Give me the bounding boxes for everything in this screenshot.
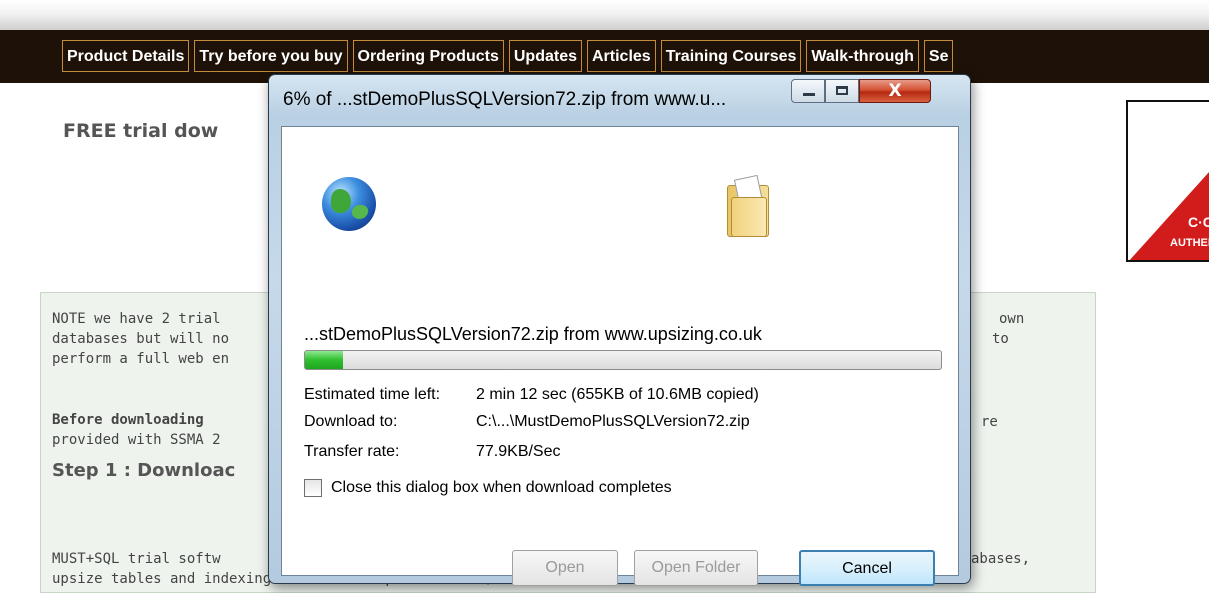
step1-heading: Step 1 : Downloac bbox=[52, 460, 236, 481]
note-line: NOTE we have 2 trial bbox=[52, 311, 221, 327]
cancel-button[interactable]: Cancel bbox=[799, 550, 935, 586]
dialog-title: 6% of ...stDemoPlusSQLVersion72.zip from… bbox=[283, 89, 727, 110]
note-line-right: re bbox=[981, 414, 998, 430]
time-left-label: Estimated time left: bbox=[304, 386, 441, 403]
nav-truncated[interactable]: Se bbox=[923, 40, 954, 72]
note-line-right: abases, bbox=[971, 551, 1031, 567]
note-line: databases but will no bbox=[52, 331, 230, 347]
nav-articles[interactable]: Articles bbox=[586, 40, 656, 72]
maximize-button[interactable] bbox=[825, 79, 859, 103]
download-file-source: ...stDemoPlusSQLVersion72.zip from www.u… bbox=[304, 324, 762, 344]
nav-try-before-you-buy[interactable]: Try before you buy bbox=[194, 40, 348, 72]
close-button[interactable]: X bbox=[859, 79, 931, 103]
ad-banner[interactable]: C·C AUTHEN bbox=[1126, 100, 1209, 262]
note-line: MUST+SQL trial softw bbox=[52, 551, 221, 567]
open-button[interactable]: Open bbox=[512, 550, 618, 586]
maximize-icon bbox=[836, 86, 848, 95]
close-icon: X bbox=[888, 81, 902, 101]
note-line-right: own bbox=[999, 311, 1025, 327]
ad-logo-text: C·C bbox=[1188, 214, 1209, 230]
transfer-rate-value: 77.9KB/Sec bbox=[476, 443, 561, 460]
before-downloading-label: Before downloading bbox=[52, 412, 204, 428]
minimize-button[interactable] bbox=[791, 79, 825, 103]
minimize-icon bbox=[803, 93, 815, 96]
nav-ordering-products[interactable]: Ordering Products bbox=[352, 40, 504, 72]
globe-icon bbox=[322, 177, 376, 231]
note-line-right: to bbox=[992, 331, 1009, 347]
close-on-complete-checkbox[interactable] bbox=[304, 479, 322, 497]
download-dialog: 6% of ...stDemoPlusSQLVersion72.zip from… bbox=[268, 74, 971, 586]
download-progress-bar bbox=[304, 350, 942, 370]
nav-product-details[interactable]: Product Details bbox=[62, 40, 190, 72]
progress-fill bbox=[305, 351, 344, 369]
note-line: perform a full web en bbox=[52, 351, 230, 367]
folder-icon bbox=[727, 174, 771, 237]
close-on-complete-label[interactable]: Close this dialog box when download comp… bbox=[331, 479, 672, 497]
nav-updates[interactable]: Updates bbox=[508, 40, 582, 72]
ad-authentic-text: AUTHEN bbox=[1170, 237, 1209, 249]
time-left-value: 2 min 12 sec (655KB of 10.6MB copied) bbox=[476, 386, 759, 403]
open-folder-button[interactable]: Open Folder bbox=[634, 550, 758, 586]
nav-walk-through[interactable]: Walk-through bbox=[806, 40, 919, 72]
download-to-label: Download to: bbox=[304, 413, 398, 430]
download-to-value: C:\...\MustDemoPlusSQLVersion72.zip bbox=[476, 413, 750, 430]
note-line: provided with SSMA 2 bbox=[52, 432, 221, 448]
transfer-rate-label: Transfer rate: bbox=[304, 443, 400, 460]
page-top-bar bbox=[0, 0, 1209, 30]
nav-training-courses[interactable]: Training Courses bbox=[660, 40, 802, 72]
page-heading: FREE trial dow bbox=[63, 120, 219, 142]
dialog-body: ...stDemoPlusSQLVersion72.zip from www.u… bbox=[281, 126, 959, 586]
